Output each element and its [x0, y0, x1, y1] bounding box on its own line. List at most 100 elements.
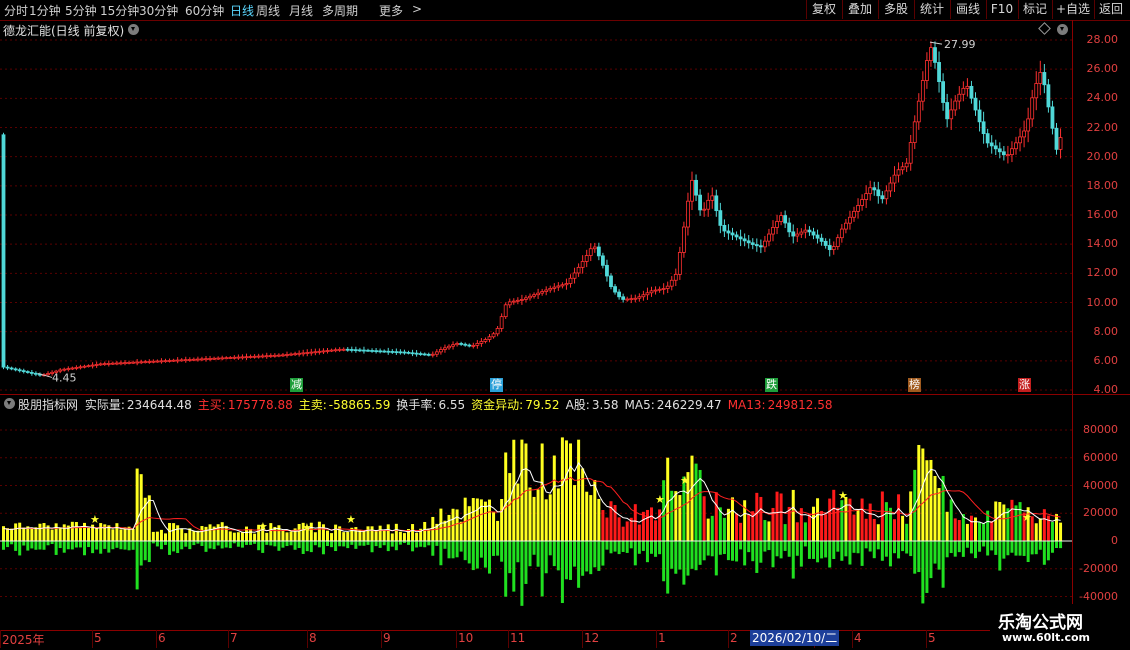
candle-body — [487, 336, 492, 340]
volume-bar-positive — [208, 524, 212, 541]
indicator-label: 主卖: — [298, 398, 327, 412]
star-icon: ★ — [655, 493, 665, 506]
indicator-label: MA5: — [624, 398, 655, 412]
volume-bar-negative — [431, 541, 435, 556]
volume-bar-negative — [164, 541, 167, 545]
candle-body — [633, 297, 638, 300]
timeframe-tab-9[interactable]: 多周期 — [322, 2, 358, 19]
candle-body — [653, 289, 658, 292]
volume-bar-positive — [508, 473, 512, 541]
volume-bar-negative — [330, 541, 334, 548]
candle-body — [216, 357, 221, 360]
candle-body — [256, 355, 261, 358]
volume-bar-negative — [1034, 541, 1038, 555]
candle-body — [864, 193, 869, 200]
candle-body — [819, 237, 824, 242]
volume-chart[interactable]: ★ ★ ★ ★ ★ ★ ★ ★ — [0, 412, 1072, 630]
volume-bar-negative — [771, 541, 775, 568]
volume-bar-negative — [135, 541, 139, 590]
toolbar-button-1[interactable]: 叠加 — [842, 0, 877, 19]
candle-body — [552, 286, 557, 289]
candle-body — [750, 242, 755, 245]
candle-body — [916, 100, 921, 123]
volume-bar-positive — [180, 528, 184, 541]
volume-bar-positive — [933, 475, 937, 541]
timeframe-tab-1[interactable]: 1分钟 — [29, 2, 61, 19]
volume-bar-negative — [941, 541, 945, 588]
timeframe-tab-6[interactable]: 日线 — [230, 2, 254, 19]
volume-bar-positive — [569, 443, 572, 541]
volume-bar-negative — [95, 541, 99, 550]
candle-body — [515, 299, 520, 302]
volume-bar-negative — [240, 541, 244, 548]
candle-body — [394, 351, 399, 354]
volume-bar-positive — [83, 522, 86, 541]
timeframe-tab-8[interactable]: 月线 — [289, 2, 313, 19]
volume-bar-positive — [326, 530, 329, 541]
indicator-settings-icon[interactable] — [4, 398, 15, 409]
timeframe-tab-0[interactable]: 分时 — [4, 2, 28, 19]
candle-body — [767, 233, 771, 242]
date-tick — [508, 630, 509, 648]
timeframe-tab-10[interactable]: 更多 — [379, 2, 403, 19]
volume-bar-positive — [62, 524, 66, 541]
candle-body — [13, 368, 18, 371]
candle-body — [799, 231, 804, 235]
toolbar-button-6[interactable]: 标记 — [1018, 0, 1051, 19]
volume-bar-positive — [702, 496, 706, 541]
candle-body — [989, 142, 994, 147]
toolbar-button-3[interactable]: 统计 — [914, 0, 949, 19]
price-axis-text: 28.00 — [1086, 33, 1119, 46]
timeframe-tab-2[interactable]: 5分钟 — [65, 2, 97, 19]
volume-bar-positive — [54, 523, 58, 541]
volume-bar-positive — [192, 531, 196, 541]
volume-bar-positive — [921, 448, 925, 541]
toolbar-button-7[interactable]: +自选 — [1052, 0, 1093, 19]
candle-body — [325, 350, 330, 352]
toolbar-button-8[interactable]: 返回 — [1094, 0, 1127, 19]
volume-bar-negative — [74, 541, 78, 548]
star-icon: ★ — [258, 520, 268, 533]
volume-bar-positive — [982, 523, 986, 541]
volume-bar-positive — [87, 528, 91, 541]
toolbar-button-0[interactable]: 复权 — [806, 0, 841, 19]
volume-bar-negative — [362, 541, 366, 546]
volume-bar-positive — [463, 497, 467, 541]
candle-body — [475, 343, 480, 346]
timeframe-tab-4[interactable]: 30分钟 — [139, 2, 178, 19]
candle-body — [382, 350, 387, 353]
candle-body — [839, 228, 844, 239]
candle-body — [605, 264, 609, 277]
volume-bar-positive — [552, 455, 556, 541]
candle-body — [333, 349, 338, 352]
volume-bar-negative — [415, 541, 419, 548]
candle-body — [139, 361, 144, 364]
timeframe-tab-7[interactable]: 周线 — [256, 2, 280, 19]
volume-bar-negative — [965, 541, 969, 548]
candle-body — [370, 350, 374, 352]
timeframe-tab-5[interactable]: 60分钟 — [185, 2, 224, 19]
volume-bar-negative — [338, 541, 342, 547]
volume-bar-positive — [78, 526, 82, 541]
volume-bar-positive — [1038, 518, 1042, 541]
star-icon: ★ — [680, 474, 690, 487]
volume-bar-positive — [115, 523, 119, 541]
toolbar-button-4[interactable]: 画线 — [950, 0, 985, 19]
timeframe-tab-3[interactable]: 15分钟 — [100, 2, 139, 19]
volume-bar-positive — [617, 517, 621, 541]
candle-body — [191, 358, 196, 361]
candle-body — [698, 194, 702, 211]
toolbar-button-2[interactable]: 多股 — [878, 0, 913, 19]
candle-body — [601, 255, 605, 266]
candle-body — [402, 351, 407, 354]
volume-bar-positive — [807, 514, 811, 541]
volume-bar-positive — [1055, 514, 1058, 541]
candle-body — [195, 358, 200, 361]
candle-body — [1010, 148, 1014, 156]
volume-bar-positive — [18, 522, 22, 541]
volume-bar-positive — [666, 457, 670, 541]
candle-body — [528, 295, 532, 299]
price-chart[interactable]: 27.99 4.45 — [0, 20, 1072, 394]
toolbar-button-5[interactable]: F10 — [986, 0, 1017, 19]
volume-bar-positive — [240, 531, 244, 541]
